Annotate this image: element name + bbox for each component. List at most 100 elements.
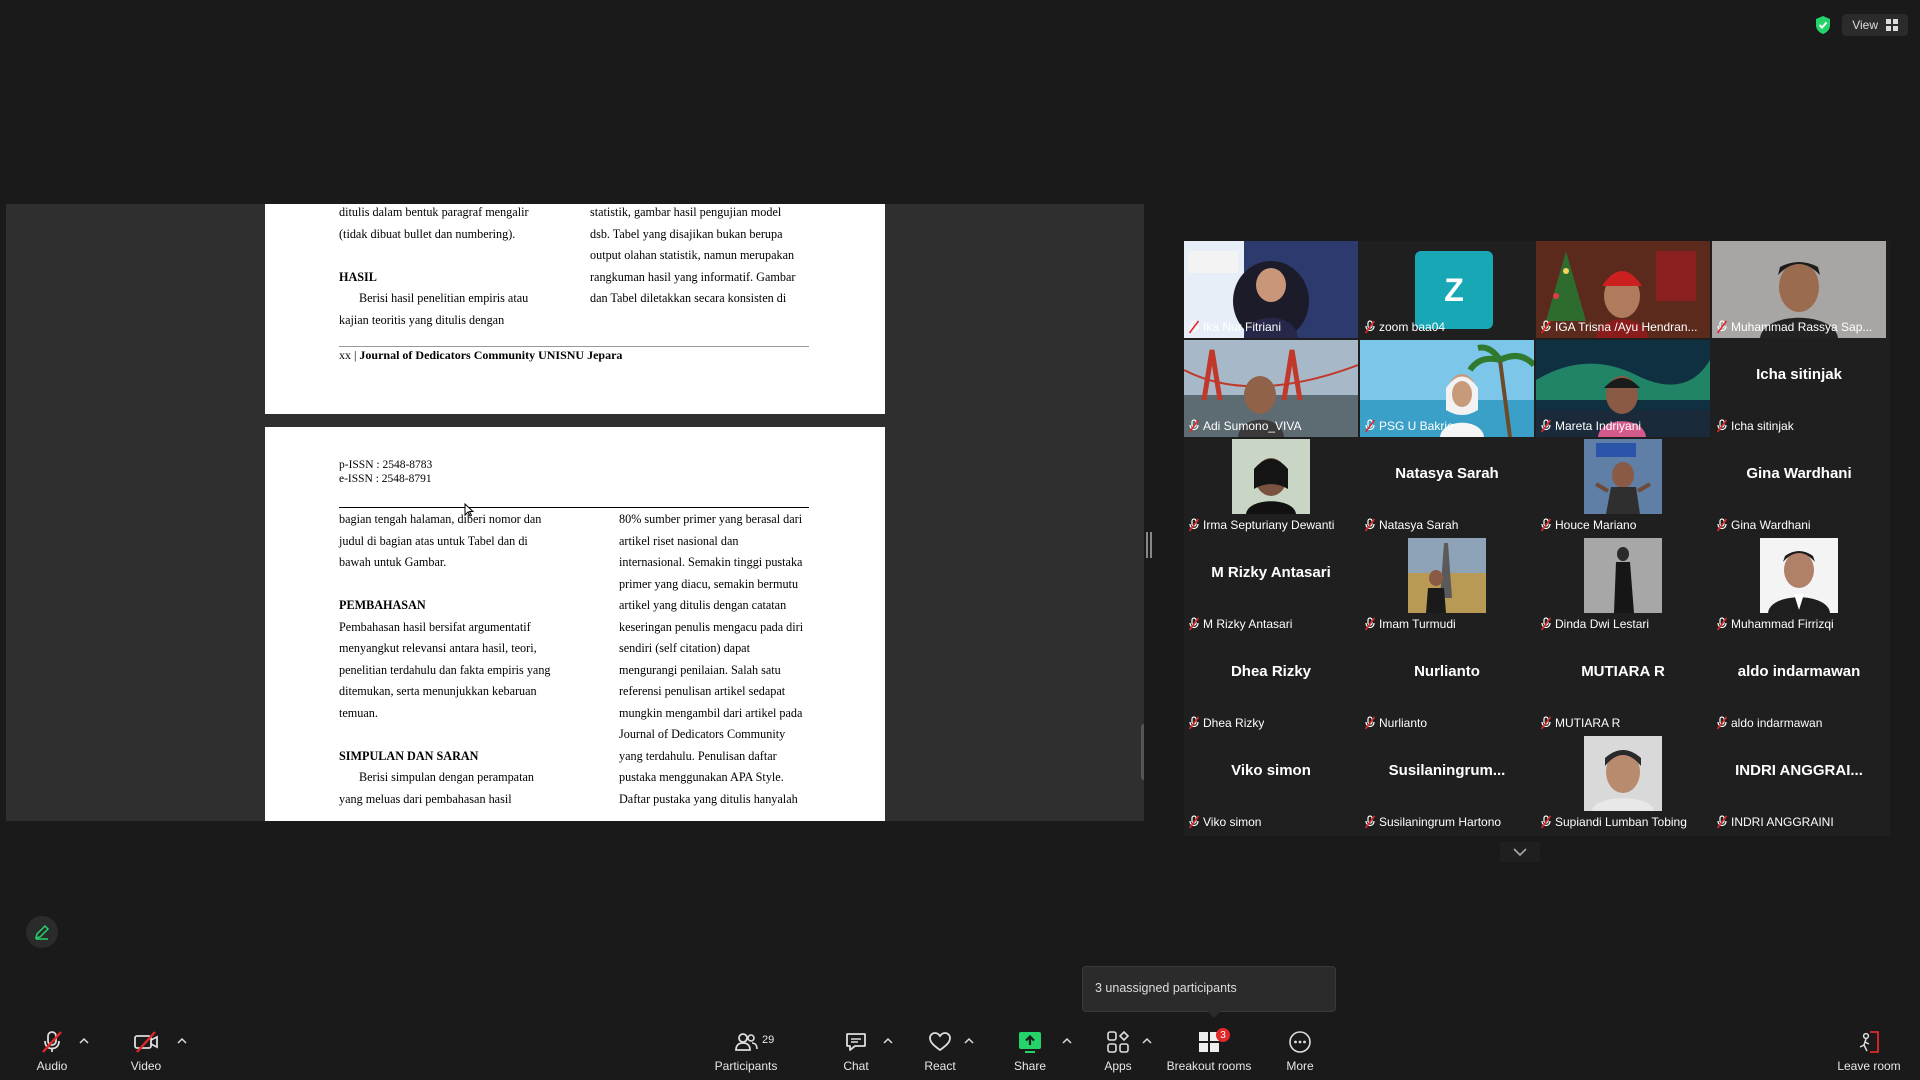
text-line: artikel yang ditulis dengan catatan [619,598,787,612]
participant-tile[interactable]: Irma Septuriany Dewanti [1184,439,1358,536]
participant-tile[interactable]: Nurlianto Nurlianto [1360,637,1534,734]
participant-name-label: INDRI ANGGRAINI [1716,815,1882,829]
participant-tile[interactable]: Gina Wardhani Gina Wardhani [1712,439,1886,536]
microphone-muted-icon [1540,815,1552,829]
share-label: Share [1013,1059,1047,1073]
participant-tile[interactable]: Adi Sumono_VIVA [1184,340,1358,437]
participant-name-label: Muhammad Rassya Sap... [1716,320,1882,334]
participant-tile[interactable]: Muhammad Rassya Sap... [1712,241,1886,338]
share-button[interactable]: Share [1010,1022,1050,1080]
text-line: sendiri (self citation) dapat [619,641,750,655]
participant-tile[interactable]: Imam Turmudi [1360,538,1534,635]
participant-display-name: Nurlianto [1414,663,1480,680]
participant-tile[interactable]: M Rizky Antasari M Rizky Antasari [1184,538,1358,635]
text-line: primer yang diacu, semakin bermutu [619,576,799,591]
text-line: Daftar pustaka yang ditulis hanyalah [619,791,798,806]
gallery-scroll-down-button[interactable] [1500,842,1540,862]
footer-journal: Journal of Dedicators Community UNISNU J… [359,348,623,362]
text-line: judul di bagian atas untuk Tabel dan di [339,533,528,548]
breakout-rooms-button[interactable]: Breakout rooms [1164,1022,1254,1080]
participant-tile[interactable]: Natasya Sarah Natasya Sarah [1360,439,1534,536]
page-footer: xx | Journal of Dedicators Community UNI… [339,348,622,363]
issn-print: p-ISSN : 2548-8783 [339,459,433,471]
chevron-down-icon [1513,848,1527,856]
participant-tile[interactable]: Viko simon Viko simon [1184,736,1358,833]
security-shield-icon[interactable] [1814,15,1832,35]
participant-tile[interactable]: Houce Mariano [1536,439,1710,536]
participant-name: MUTIARA R [1555,716,1621,730]
apps-icon [1107,1030,1130,1053]
participant-name-label: zoom baa04 [1364,320,1530,334]
annotate-button[interactable] [26,916,58,948]
apps-options-caret-icon[interactable] [1141,1036,1153,1046]
audio-button[interactable]: Audio [30,1022,74,1080]
share-scrollbar[interactable] [1141,724,1144,780]
microphone-muted-icon [1716,815,1728,829]
document-page-1: ditulis dalam bentuk paragraf mengalir (t… [265,204,885,414]
participant-name-label: Icha sitinjak [1716,419,1882,433]
video-options-caret-icon[interactable] [176,1036,188,1046]
view-button[interactable]: View [1842,14,1908,36]
participant-tile[interactable]: Icha sitinjak Icha sitinjak [1712,340,1886,437]
shared-screen[interactable]: ditulis dalam bentuk paragraf mengalir (t… [6,204,1144,821]
share-options-caret-icon[interactable] [1061,1036,1073,1046]
text-line: menyangkut relevansi antara hasil, teori… [339,641,537,655]
more-options-icon [1289,1031,1311,1053]
participant-tile[interactable]: PSG U Bakrie [1360,340,1534,437]
apps-button[interactable]: Apps [1098,1022,1138,1080]
page2-right-column: 80% sumber primer yang berasal dari artik… [619,509,809,810]
text-line: rangkuman hasil yang informatif. Gambar [590,269,796,284]
microphone-muted-icon [1540,518,1552,532]
microphone-muted-icon [1716,716,1728,730]
mouse-cursor-icon [464,503,474,517]
microphone-muted-icon [1716,320,1728,334]
microphone-muted-icon [1540,716,1552,730]
share-screen-icon [1019,1032,1041,1053]
chat-label: Chat [843,1059,869,1073]
audio-options-caret-icon[interactable] [78,1036,90,1046]
participant-tile[interactable]: aldo indarmawan aldo indarmawan [1712,637,1886,734]
microphone-muted-icon [1540,320,1552,334]
participant-tile[interactable]: Ika Nur Fitriani [1184,241,1358,338]
participant-tile[interactable]: Dhea Rizky Dhea Rizky [1184,637,1358,734]
meeting-toolbar: Audio Video Participants 29 Chat React S… [0,1022,1920,1080]
text-line: bawah untuk Gambar. [339,555,447,569]
participants-button[interactable]: Participants [712,1022,780,1080]
text-line: dan Tabel diletakkan secara konsisten di [590,291,787,305]
participant-name: Natasya Sarah [1379,518,1459,532]
react-options-caret-icon[interactable] [963,1036,975,1046]
participant-tile[interactable]: Dinda Dwi Lestari [1536,538,1710,635]
microphone-muted-icon [1364,518,1376,532]
split-resize-handle[interactable] [1146,516,1152,576]
microphone-muted-icon [1188,320,1200,334]
leave-room-icon [1859,1031,1879,1053]
participant-tile[interactable]: INDRI ANGGRAI... INDRI ANGGRAINI [1712,736,1886,833]
participant-name: Mareta Indriyani [1555,419,1642,433]
participant-tile[interactable]: Susilaningrum... Susilaningrum Hartono [1360,736,1534,833]
participant-name-label: Muhammad Firrizqi [1716,617,1882,631]
video-button[interactable]: Video [124,1022,168,1080]
chat-options-caret-icon[interactable] [882,1036,894,1046]
breakout-rooms-label: Breakout rooms [1166,1059,1252,1073]
leave-room-button[interactable]: Leave room [1834,1022,1904,1080]
participant-name: Ika Nur Fitriani [1203,320,1282,334]
leave-room-label: Leave room [1837,1059,1901,1073]
participant-tile[interactable]: Supiandi Lumban Tobing [1536,736,1710,833]
text-line: statistik, gambar hasil pengujian model [590,205,782,219]
participant-tile[interactable]: Zzoom baa04 [1360,241,1534,338]
more-label: More [1286,1059,1314,1073]
react-button[interactable]: React [920,1022,960,1080]
participant-tile[interactable]: Muhammad Firrizqi [1712,538,1886,635]
participant-gallery: Ika Nur Fitriani Zzoom baa04 IGA Trisna /A… [1184,241,1890,836]
chat-button[interactable]: Chat [836,1022,876,1080]
issn-online: e-ISSN : 2548-8791 [339,473,432,485]
more-button[interactable]: More [1280,1022,1320,1080]
page2-left-column: bagian tengah halaman, diberi nomor dan j… [339,509,559,810]
tooltip-text: 3 unassigned participants [1095,981,1237,995]
section-heading: HASIL [339,269,377,284]
participant-tile[interactable]: Mareta Indriyani [1536,340,1710,437]
participant-tile[interactable]: MUTIARA R MUTIARA R [1536,637,1710,734]
participant-tile[interactable]: IGA Trisna /Ayu Hendran... [1536,241,1710,338]
participant-display-name: Viko simon [1231,762,1311,779]
